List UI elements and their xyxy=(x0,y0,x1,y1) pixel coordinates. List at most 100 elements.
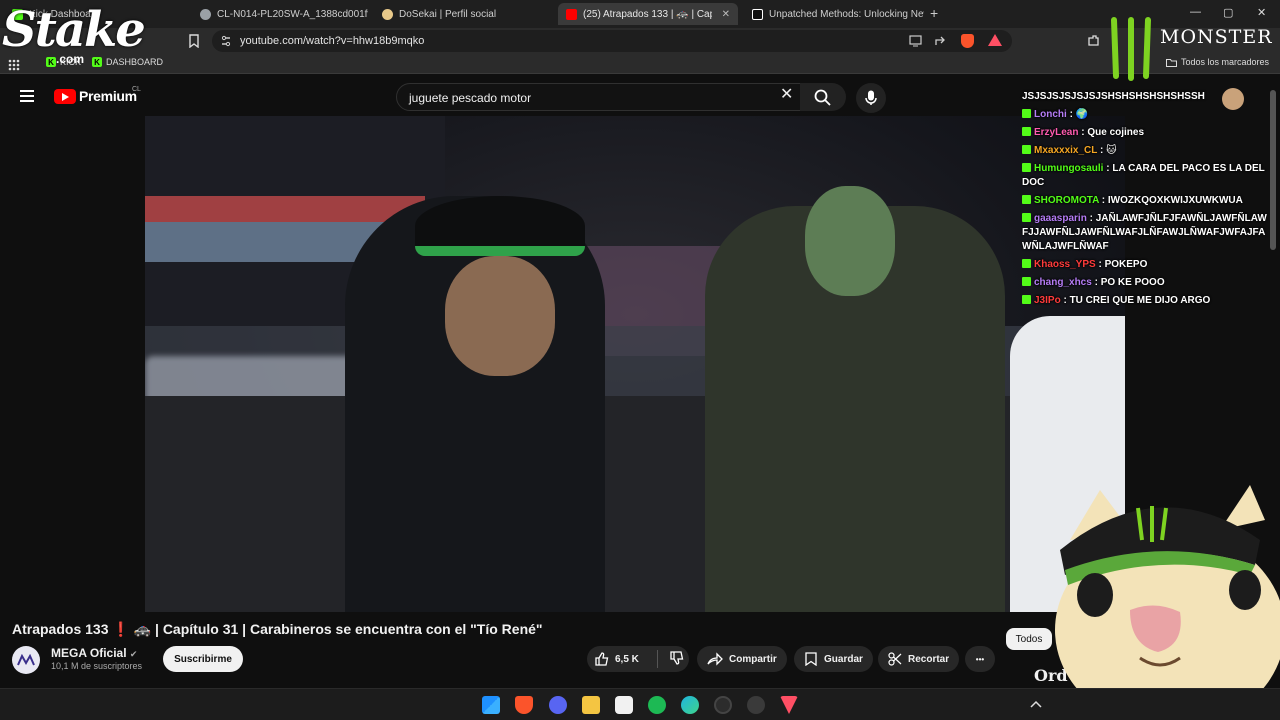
video-title: Atrapados 133 ❗ 🚓 | Capítulo 31 | Carabi… xyxy=(12,621,543,637)
file-explorer-icon[interactable] xyxy=(582,696,600,714)
tab-dosekai[interactable]: DoSekai | Perfil social xyxy=(374,3,550,25)
search-icon xyxy=(814,89,831,106)
chat-message: Mxaxxxix_CL : 🐱 xyxy=(1022,144,1272,158)
search-button[interactable] xyxy=(800,83,846,111)
like-button[interactable]: 6,5 K xyxy=(595,652,657,666)
dislike-button[interactable] xyxy=(658,650,684,668)
kick-badge-icon xyxy=(1022,259,1031,268)
menu-icon[interactable] xyxy=(20,90,34,102)
minimize-button[interactable]: — xyxy=(1190,6,1201,18)
chat-username: Mxaxxxix_CL xyxy=(1034,145,1098,156)
clip-label: Recortar xyxy=(908,653,950,665)
tab-label: (25) Atrapados 133 | 🚓 | Capít xyxy=(583,8,712,20)
tab-youtube-active[interactable]: (25) Atrapados 133 | 🚓 | Capít ✕ xyxy=(558,3,738,25)
chat-message: Khaoss_YPS : POKEPO xyxy=(1022,258,1272,272)
man-in-cap xyxy=(345,196,605,612)
stream-chat: JSJSJSJSJSJSJSHSHSHSHSHSHSSH Lonchi : 🌍 … xyxy=(1022,88,1272,312)
stake-logo-domain: .com xyxy=(56,52,85,66)
maximize-button[interactable]: ▢ xyxy=(1223,6,1233,19)
cast-icon[interactable] xyxy=(909,35,922,47)
channel-name[interactable]: MEGA Oficial ✔ xyxy=(51,646,137,660)
kick-logo-icon: K xyxy=(92,57,102,67)
chat-username: Lonchi xyxy=(1034,109,1067,120)
chat-username: gaaasparin xyxy=(1034,213,1087,224)
like-count: 6,5 K xyxy=(615,653,639,665)
bookmarks-bar: K KICK K DASHBOARD Todos los marcadores xyxy=(0,54,1280,74)
brave-nightly-icon[interactable] xyxy=(780,696,798,714)
chat-username: JSJSJSJSJSJSJSHSHSHSHSHSHSSH xyxy=(1022,91,1205,102)
kick-badge-icon xyxy=(1022,277,1031,286)
monster-claw-logo xyxy=(1111,17,1151,81)
chevron-up-icon[interactable] xyxy=(1030,700,1042,708)
edge-browser-icon[interactable] xyxy=(681,696,699,714)
tab-cl-n014[interactable]: CL-N014-PL20SW-A_1388cd001ff64 xyxy=(192,3,368,25)
chat-message: Lonchi : 🌍 xyxy=(1022,108,1272,122)
youtube-brand-text: Premium xyxy=(79,88,137,104)
chat-username: Khaoss_YPS xyxy=(1034,259,1096,270)
youtube-play-icon xyxy=(54,88,76,104)
discord-icon[interactable] xyxy=(549,696,567,714)
steam-icon[interactable] xyxy=(747,696,765,714)
windows-start-icon[interactable] xyxy=(482,696,500,714)
obs-studio-icon[interactable] xyxy=(714,696,732,714)
apps-grid-icon[interactable] xyxy=(8,59,20,71)
dosekai-favicon-icon xyxy=(382,8,393,20)
tab-label: DoSekai | Perfil social xyxy=(399,8,497,20)
officer-face xyxy=(805,186,895,296)
scissors-icon xyxy=(888,652,902,666)
youtube-favicon-icon xyxy=(566,8,577,20)
extensions-icon[interactable] xyxy=(1087,34,1100,47)
chat-username: ErzyLean xyxy=(1034,127,1079,138)
url-field[interactable]: youtube.com/watch?v=hhw18b9mqko xyxy=(212,30,1012,52)
brave-browser-icon[interactable] xyxy=(515,696,533,714)
save-button[interactable]: Guardar xyxy=(794,646,873,672)
chat-message: JSJSJSJSJSJSJSHSHSHSHSHSHSSH xyxy=(1022,88,1272,110)
page-scrollbar[interactable] xyxy=(1270,90,1276,250)
chat-username: Humungosauli xyxy=(1034,163,1104,174)
share-icon[interactable] xyxy=(934,35,947,47)
kick-badge-icon xyxy=(1022,213,1031,222)
voice-search-button[interactable] xyxy=(856,83,886,113)
all-bookmarks-button[interactable]: Todos los marcadores xyxy=(1166,57,1269,67)
close-tab-icon[interactable]: ✕ xyxy=(722,9,730,20)
chat-username: J3IPo xyxy=(1034,295,1061,306)
channel-avatar[interactable] xyxy=(12,646,40,674)
spotify-icon[interactable] xyxy=(648,696,666,714)
video-player[interactable] xyxy=(145,116,1125,612)
share-arrow-icon xyxy=(707,652,723,666)
brave-rewards-icon[interactable] xyxy=(988,34,1002,46)
brave-shield-icon[interactable] xyxy=(961,34,974,48)
capcut-icon[interactable] xyxy=(615,696,633,714)
clip-button[interactable]: Recortar xyxy=(878,646,960,672)
youtube-premium-logo[interactable]: Premium xyxy=(54,88,137,104)
bookmark-dashboard[interactable]: K DASHBOARD xyxy=(92,57,163,67)
chat-text: : POKEPO xyxy=(1098,259,1148,270)
close-window-button[interactable]: ✕ xyxy=(1257,6,1266,19)
subscribe-button[interactable]: Suscribirme xyxy=(163,646,243,672)
chat-message: SHOROMOTA : IWOZKQOXKWIJXUWKWUA xyxy=(1022,194,1272,208)
chat-text: : 🐱 xyxy=(1099,145,1117,156)
cat-mascot-sticker xyxy=(1055,485,1280,720)
address-bar-row: youtube.com/watch?v=hhw18b9mqko xyxy=(0,28,1280,54)
site-info-icon[interactable] xyxy=(220,35,232,47)
tab-label: Unpatched Methods: Unlocking New xyxy=(769,8,924,20)
stake-logo: Stake xyxy=(2,2,146,58)
tiktok-favicon-icon xyxy=(752,8,763,20)
search-input[interactable]: juguete pescado motor xyxy=(396,83,806,111)
share-button[interactable]: Compartir xyxy=(697,646,787,672)
bus-stop-roof xyxy=(145,196,425,222)
save-label: Guardar xyxy=(824,653,863,665)
clear-search-icon[interactable]: ✕ xyxy=(780,87,793,103)
bookmark-icon[interactable] xyxy=(188,34,200,48)
tab-tiktok[interactable]: Unpatched Methods: Unlocking New xyxy=(744,3,924,25)
chat-text: : Que cojines xyxy=(1081,127,1145,138)
more-actions-button[interactable]: ••• xyxy=(965,646,995,672)
chat-message: ErzyLean : Que cojines xyxy=(1022,126,1272,140)
kick-badge-icon xyxy=(1022,163,1031,172)
new-tab-button[interactable]: + xyxy=(930,5,938,21)
chat-text: : 🌍 xyxy=(1069,109,1089,120)
green-cap xyxy=(415,196,585,256)
chat-message: gaaasparin : JAÑLAWFJÑLFJFAWÑLJAWFÑLAWFJ… xyxy=(1022,212,1272,254)
share-label: Compartir xyxy=(729,653,777,665)
globe-icon xyxy=(200,8,211,20)
